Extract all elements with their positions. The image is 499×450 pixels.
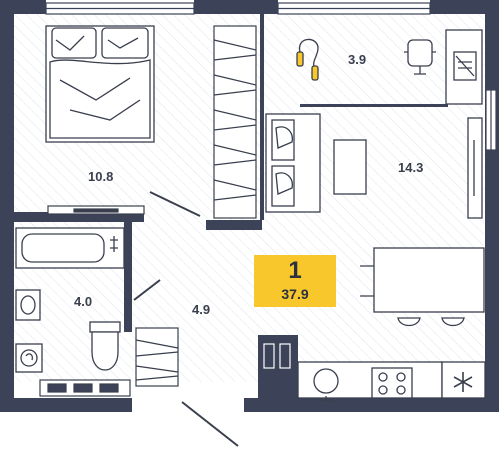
sofa-icon — [265, 113, 321, 213]
bathroom-shelving — [39, 379, 131, 397]
sink-icon — [15, 289, 41, 321]
bed-icon — [45, 25, 155, 143]
bedroom-area-label: 10.8 — [88, 169, 114, 184]
room-count: 1 — [288, 257, 302, 284]
total-area: 37.9 — [281, 286, 309, 302]
tv-icon — [47, 205, 145, 215]
media-wall — [467, 117, 483, 219]
stove-icon — [371, 367, 413, 399]
toilet-icon — [89, 321, 121, 371]
laptop-icon — [445, 29, 483, 105]
living-kitchen-area-label: 14.3 — [398, 160, 424, 175]
washing-machine-icon — [15, 343, 43, 373]
bathtub-icon — [15, 227, 125, 269]
bathroom-area-label: 4.0 — [74, 294, 93, 309]
apartment-summary-badge: 1 37.9 — [254, 255, 336, 307]
balcony-area-label: 3.9 — [348, 52, 367, 67]
table-icon — [333, 139, 367, 195]
floor-plan — [0, 0, 499, 447]
hallway-area-label: 4.9 — [192, 302, 211, 317]
